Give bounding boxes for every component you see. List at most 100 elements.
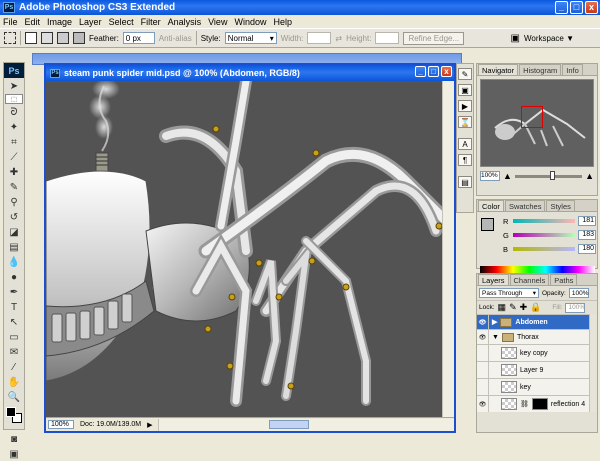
history-icon[interactable]: ⌛ xyxy=(458,116,472,128)
menu-edit[interactable]: Edit xyxy=(25,17,41,27)
menu-view[interactable]: View xyxy=(208,17,227,27)
green-value-input[interactable]: 183 xyxy=(578,230,596,240)
scroll-thumb[interactable] xyxy=(269,419,310,429)
tab-channels[interactable]: Channels xyxy=(509,274,550,285)
doc-maximize-button[interactable]: □ xyxy=(428,66,439,77)
slice-tool-icon[interactable]: ⟋ xyxy=(5,150,23,164)
antialias-checkbox[interactable]: Anti-alias xyxy=(159,34,192,43)
blue-value-input[interactable]: 180 xyxy=(578,244,596,254)
history-brush-tool-icon[interactable]: ↺ xyxy=(5,210,23,224)
visibility-eye-icon[interactable] xyxy=(477,379,489,395)
screen-mode-icon[interactable]: ▣ xyxy=(5,447,23,461)
marquee-tool-preset-icon[interactable] xyxy=(4,32,16,44)
color-spectrum-bar[interactable] xyxy=(480,266,595,273)
healing-brush-tool-icon[interactable]: ✚ xyxy=(5,165,23,179)
add-selection-icon[interactable] xyxy=(41,32,53,44)
pen-tool-icon[interactable]: ✒ xyxy=(5,285,23,299)
intersect-selection-icon[interactable] xyxy=(73,32,85,44)
type-tool-icon[interactable]: T xyxy=(5,300,23,314)
swap-icon[interactable]: ⇄ xyxy=(335,34,342,43)
menu-help[interactable]: Help xyxy=(273,17,292,27)
clone-stamp-tool-icon[interactable]: ⚲ xyxy=(5,195,23,209)
lock-paint-icon[interactable]: ✎ xyxy=(509,302,517,313)
notes-tool-icon[interactable]: ✉ xyxy=(5,345,23,359)
lock-all-icon[interactable]: 🔒 xyxy=(530,302,541,313)
tool-presets-icon[interactable]: ▣ xyxy=(458,84,472,96)
subtract-selection-icon[interactable] xyxy=(57,32,69,44)
visibility-eye-icon[interactable] xyxy=(477,345,489,361)
navigator-view-box[interactable] xyxy=(521,106,543,128)
tab-paths[interactable]: Paths xyxy=(550,274,578,285)
path-selection-tool-icon[interactable]: ↖ xyxy=(5,315,23,329)
style-select[interactable]: Normal ▾ xyxy=(224,32,277,44)
photoshop-logo-icon[interactable]: Ps xyxy=(4,63,24,78)
shape-tool-icon[interactable]: ▭ xyxy=(5,330,23,344)
document-title-bar[interactable]: Ps steam punk spider mid.psd @ 100% (Abd… xyxy=(46,65,454,81)
doc-close-button[interactable]: x xyxy=(441,66,452,77)
workspace-button[interactable]: Workspace ▼ xyxy=(524,34,574,43)
fill-input[interactable]: 100% xyxy=(565,302,586,313)
tab-layers[interactable]: Layers xyxy=(478,274,509,285)
zoom-tool-icon[interactable]: 🔍 xyxy=(5,390,23,404)
menu-image[interactable]: Image xyxy=(47,17,72,27)
minimize-button[interactable]: _ xyxy=(555,1,568,14)
tab-swatches[interactable]: Swatches xyxy=(504,200,546,211)
marquee-tool-icon[interactable]: ⬚ xyxy=(5,94,23,104)
layer-row-thorax[interactable]: 👁 ▼ Thorax xyxy=(477,329,597,344)
layer-mask-thumbnail[interactable] xyxy=(531,398,548,410)
brushes-palette-icon[interactable]: ✎ xyxy=(458,68,472,80)
blue-slider[interactable] xyxy=(513,247,575,251)
layer-row-abdomen[interactable]: 👁 ▶ Abdomen xyxy=(477,314,597,329)
menu-layer[interactable]: Layer xyxy=(79,17,102,27)
tab-info[interactable]: Info xyxy=(562,64,583,75)
image-canvas[interactable] xyxy=(46,81,454,417)
menu-file[interactable]: File xyxy=(3,17,18,27)
green-slider[interactable] xyxy=(513,233,575,237)
menu-analysis[interactable]: Analysis xyxy=(168,17,202,27)
layers-scrollbar[interactable] xyxy=(589,314,597,412)
tab-histogram[interactable]: Histogram xyxy=(519,64,562,75)
zoom-out-icon[interactable]: ▲ xyxy=(503,171,512,181)
foreground-color-chip[interactable] xyxy=(481,218,494,231)
red-slider[interactable] xyxy=(513,219,575,223)
new-selection-icon[interactable] xyxy=(25,32,37,44)
height-input[interactable] xyxy=(375,32,400,44)
tab-color[interactable]: Color xyxy=(478,200,504,211)
character-icon[interactable]: A xyxy=(458,138,472,150)
visibility-eye-icon[interactable]: 👁 xyxy=(477,315,489,329)
maximize-button[interactable]: □ xyxy=(570,1,583,14)
zoom-in-icon[interactable]: ▲ xyxy=(585,171,594,181)
gradient-tool-icon[interactable]: ▤ xyxy=(5,240,23,254)
visibility-eye-icon[interactable]: 👁 xyxy=(477,330,489,344)
blend-mode-select[interactable]: Pass Through ▾ xyxy=(479,288,539,298)
document-info[interactable]: Doc: 19.0M/139.0M xyxy=(80,421,141,428)
document-zoom-field[interactable]: 100% xyxy=(48,420,74,429)
document-vertical-scrollbar[interactable] xyxy=(442,81,454,417)
lasso-tool-icon[interactable]: ᘐ xyxy=(5,105,23,119)
crop-tool-icon[interactable]: ⌗ xyxy=(5,135,23,149)
width-input[interactable] xyxy=(307,32,332,44)
blur-tool-icon[interactable]: 💧 xyxy=(5,255,23,269)
visibility-eye-icon[interactable]: 👁 xyxy=(477,396,489,412)
expand-triangle-icon[interactable]: ▶ xyxy=(492,318,497,326)
menu-window[interactable]: Window xyxy=(234,17,266,27)
close-button[interactable]: x xyxy=(585,1,598,14)
layer-comps-icon[interactable]: ▤ xyxy=(458,176,472,188)
navigator-zoom-field[interactable]: 100% xyxy=(480,171,500,181)
tab-styles[interactable]: Styles xyxy=(546,200,575,211)
quick-mask-icon[interactable]: ◙ xyxy=(5,432,23,446)
navigator-thumbnail[interactable] xyxy=(480,79,594,167)
eyedropper-tool-icon[interactable]: ⁄ xyxy=(5,360,23,374)
eraser-tool-icon[interactable]: ◪ xyxy=(5,225,23,239)
hand-tool-icon[interactable]: ✋ xyxy=(5,375,23,389)
menu-select[interactable]: Select xyxy=(109,17,134,27)
status-arrow-icon[interactable]: ▶ xyxy=(147,421,152,429)
bridge-icon[interactable]: ▣ xyxy=(511,33,520,44)
move-tool-icon[interactable]: ➤ xyxy=(5,79,23,93)
document-horizontal-scrollbar[interactable] xyxy=(158,418,454,431)
paragraph-icon[interactable]: ¶ xyxy=(458,154,472,166)
magic-wand-tool-icon[interactable]: ✦ xyxy=(5,120,23,134)
lock-transparency-icon[interactable]: ▦ xyxy=(498,302,507,313)
doc-minimize-button[interactable]: _ xyxy=(415,66,426,77)
menu-filter[interactable]: Filter xyxy=(141,17,161,27)
